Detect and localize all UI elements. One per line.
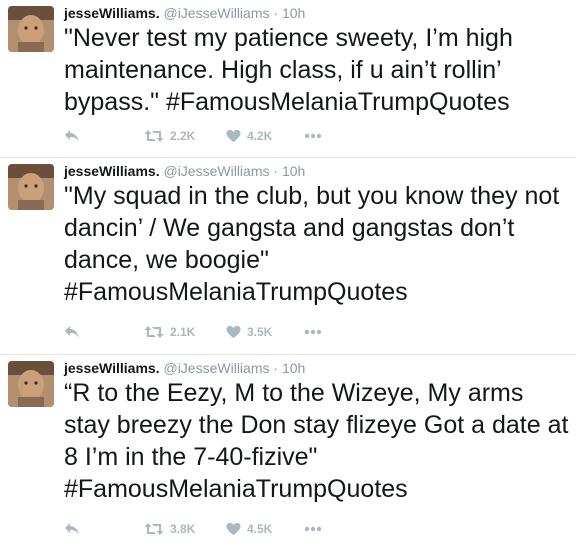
author-name[interactable]: jesseWilliams. (64, 163, 160, 179)
tweet: jesseWilliams. @iJesseWilliams · 10h "Ne… (0, 0, 576, 158)
author-handle[interactable]: @iJesseWilliams (163, 5, 269, 21)
like-count: 3.5K (247, 325, 273, 339)
more-button[interactable] (304, 126, 322, 146)
more-icon (304, 329, 322, 335)
reply-button[interactable] (64, 519, 80, 539)
author-handle[interactable]: @iJesseWilliams (163, 163, 269, 179)
retweet-button[interactable]: 2.1K (144, 322, 195, 342)
heart-icon (226, 522, 241, 536)
avatar[interactable] (8, 6, 54, 52)
retweet-icon (144, 523, 164, 535)
tweet-text: “R to the Eezy, M to the Wizeye, My arms… (64, 379, 569, 503)
tweet-header: jesseWilliams. @iJesseWilliams · 10h (64, 359, 305, 377)
like-count: 4.2K (247, 129, 273, 143)
like-count: 4.5K (247, 522, 273, 536)
reply-icon (65, 130, 79, 142)
tweet: jesseWilliams. @iJesseWilliams · 10h “R … (0, 355, 576, 552)
retweet-button[interactable]: 2.2K (144, 126, 195, 146)
reply-button[interactable] (64, 322, 80, 342)
more-icon (304, 526, 322, 532)
retweet-icon (144, 130, 164, 142)
tweet: jesseWilliams. @iJesseWilliams · 10h "My… (0, 158, 576, 355)
timestamp[interactable]: 10h (282, 360, 305, 376)
more-icon (304, 133, 322, 139)
retweet-button[interactable]: 3.8K (144, 519, 195, 539)
heart-icon (226, 129, 241, 143)
author-name[interactable]: jesseWilliams. (64, 360, 160, 376)
retweet-count: 2.1K (170, 325, 196, 339)
reply-icon (65, 326, 79, 338)
like-button[interactable]: 3.5K (226, 322, 272, 342)
retweet-count: 3.8K (170, 522, 196, 536)
avatar[interactable] (8, 361, 54, 407)
reply-button[interactable] (64, 126, 80, 146)
more-button[interactable] (304, 519, 322, 539)
like-button[interactable]: 4.5K (226, 519, 272, 539)
retweet-count: 2.2K (170, 129, 196, 143)
retweet-icon (144, 326, 164, 338)
timestamp[interactable]: 10h (282, 163, 305, 179)
author-name[interactable]: jesseWilliams. (64, 5, 160, 21)
tweet-header: jesseWilliams. @iJesseWilliams · 10h (64, 4, 305, 22)
timestamp[interactable]: 10h (282, 5, 305, 21)
separator: · (273, 360, 279, 376)
like-button[interactable]: 4.2K (226, 126, 272, 146)
author-handle[interactable]: @iJesseWilliams (163, 360, 269, 376)
more-button[interactable] (304, 322, 322, 342)
tweet-text: "My squad in the club, but you know they… (64, 182, 560, 306)
tweet-text: "Never test my patience sweety, I’m high… (64, 24, 513, 116)
separator: · (273, 163, 279, 179)
heart-icon (226, 325, 241, 339)
separator: · (273, 5, 279, 21)
tweet-header: jesseWilliams. @iJesseWilliams · 10h (64, 162, 305, 180)
avatar[interactable] (8, 164, 54, 210)
reply-icon (65, 523, 79, 535)
